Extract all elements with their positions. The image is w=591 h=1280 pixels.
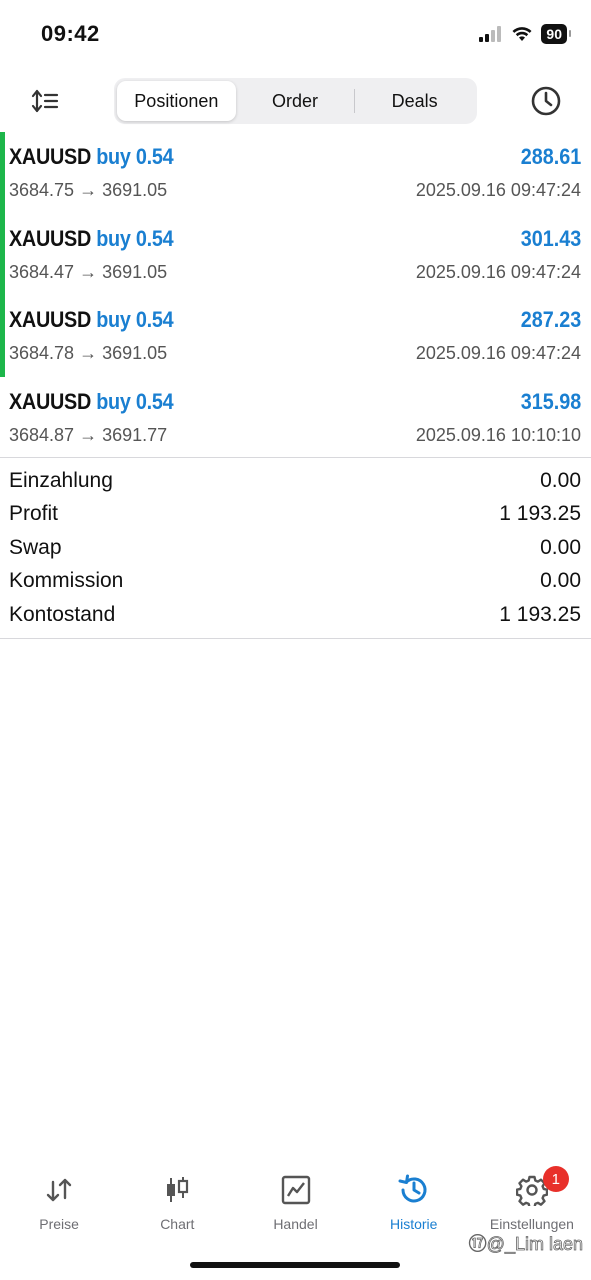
candlestick-icon [159, 1172, 195, 1208]
summary-row-kontostand: Kontostand 1 193.25 [0, 598, 591, 632]
side-volume: buy 0.54 [96, 307, 174, 333]
tab-historie[interactable]: Historie [355, 1164, 473, 1244]
position-prices: 3684.75 → 3691.05 [9, 180, 168, 200]
summary-label: Profit [9, 502, 59, 526]
segmented-control: Positionen Order Deals [114, 78, 477, 124]
summary-label: Kontostand [9, 602, 116, 626]
position-row[interactable]: XAUUSD buy 0.54 315.98 3684.87 → 3691.77… [0, 377, 591, 459]
watermark: ⑰@_Lim laen [468, 1234, 583, 1255]
positions-list: XAUUSD buy 0.54 288.61 3684.75 → 3691.05… [0, 132, 591, 459]
position-profit: 315.98 [520, 389, 581, 415]
period-button[interactable] [529, 84, 563, 118]
summary-label: Kommission [9, 569, 124, 593]
status-bar: 09:42 90 [0, 0, 591, 70]
position-profit: 287.23 [520, 307, 581, 333]
position-profit: 288.61 [520, 144, 581, 169]
tab-label: Handel [273, 1216, 318, 1232]
status-icons: 90 [479, 24, 571, 44]
position-symbol: XAUUSD buy 0.54 [9, 389, 174, 415]
summary-section: Einzahlung 0.00 Profit 1 193.25 Swap 0.0… [0, 464, 591, 632]
status-time: 09:42 [41, 21, 100, 46]
tab-order[interactable]: Order [236, 81, 355, 121]
tab-deals[interactable]: Deals [355, 81, 474, 121]
symbol-name: XAUUSD [9, 225, 91, 251]
position-prices: 3684.87 → 3691.77 [9, 425, 168, 446]
tab-label: Historie [389, 1216, 438, 1232]
position-accent-bar [0, 295, 5, 378]
summary-value: 0.00 [540, 569, 581, 593]
position-row[interactable]: XAUUSD buy 0.54 287.23 3684.78 → 3691.05… [0, 295, 591, 378]
home-indicator [190, 1262, 400, 1268]
position-symbol: XAUUSD buy 0.54 [9, 144, 174, 170]
summary-value: 0.00 [540, 468, 581, 492]
wifi-icon [512, 27, 532, 41]
position-symbol: XAUUSD buy 0.54 [9, 307, 174, 333]
position-time: 2025.09.16 10:10:10 [415, 425, 581, 446]
position-prices: 3684.78 → 3691.05 [9, 343, 168, 364]
summary-divider [0, 638, 591, 639]
position-symbol: XAUUSD buy 0.54 [9, 225, 174, 252]
sort-icon [31, 89, 59, 113]
position-row[interactable]: XAUUSD buy 0.54 288.61 3684.75 → 3691.05… [0, 132, 591, 214]
symbol-name: XAUUSD [9, 307, 91, 333]
position-accent-bar [0, 213, 5, 296]
summary-row-kommission: Kommission 0.00 [0, 565, 591, 599]
tab-label: Chart [160, 1216, 195, 1232]
position-row[interactable]: XAUUSD buy 0.54 301.43 3684.47 → 3691.05… [0, 213, 591, 296]
side-volume: buy 0.54 [96, 144, 174, 169]
trade-chart-icon [278, 1172, 314, 1208]
symbol-name: XAUUSD [9, 144, 91, 169]
tab-label: Preise [39, 1216, 79, 1232]
toolbar: Positionen Order Deals [0, 74, 591, 128]
cellular-signal-icon [479, 26, 502, 42]
summary-row-einzahlung: Einzahlung 0.00 [0, 464, 591, 498]
summary-value: 0.00 [540, 535, 581, 559]
tab-preise[interactable]: Preise [0, 1164, 118, 1244]
side-volume: buy 0.54 [96, 225, 174, 251]
position-profit: 301.43 [520, 225, 581, 251]
tab-chart[interactable]: Chart [118, 1164, 236, 1244]
notification-badge: 1 [542, 1166, 569, 1192]
tab-handel[interactable]: Handel [236, 1164, 354, 1244]
summary-value: 1 193.25 [499, 502, 581, 526]
battery-indicator: 90 [541, 24, 571, 44]
summary-row-profit: Profit 1 193.25 [0, 498, 591, 532]
sort-button[interactable] [30, 86, 60, 116]
summary-value: 1 193.25 [499, 602, 581, 626]
clock-icon [531, 86, 561, 116]
tab-positionen[interactable]: Positionen [117, 81, 236, 121]
position-prices: 3684.47 → 3691.05 [9, 261, 168, 282]
list-divider [0, 457, 591, 458]
summary-row-swap: Swap 0.00 [0, 531, 591, 565]
side-volume: buy 0.54 [96, 389, 174, 415]
position-time: 2025.09.16 09:47:24 [415, 180, 581, 200]
history-icon [396, 1172, 432, 1208]
position-time: 2025.09.16 09:47:24 [415, 343, 581, 364]
position-accent-bar [0, 132, 5, 214]
symbol-name: XAUUSD [9, 389, 91, 415]
position-time: 2025.09.16 09:47:24 [415, 261, 581, 282]
arrows-updown-icon [41, 1172, 77, 1208]
summary-label: Einzahlung [9, 468, 113, 492]
summary-label: Swap [9, 535, 62, 559]
